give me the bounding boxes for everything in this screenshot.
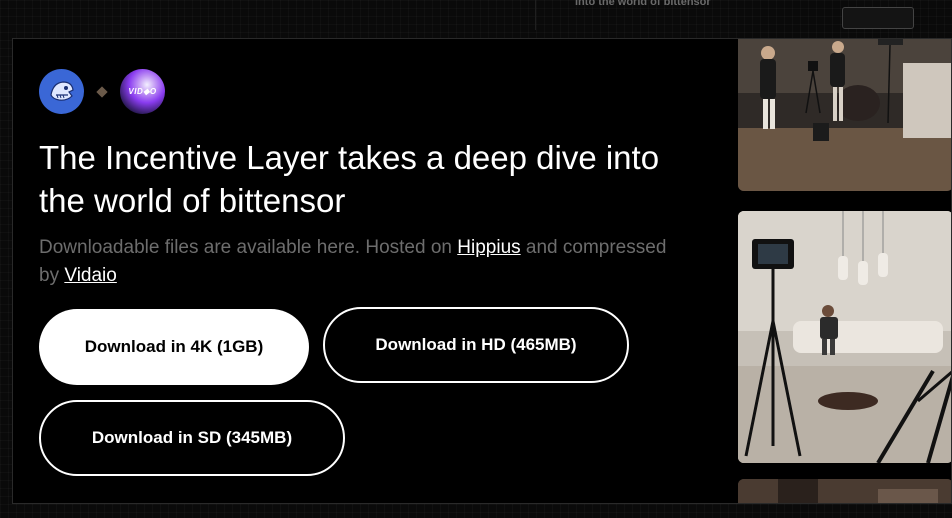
hippius-link[interactable]: Hippius bbox=[457, 237, 520, 258]
diamond-icon bbox=[96, 85, 108, 98]
background-title: into the world of bittensor bbox=[575, 0, 711, 8]
mascot-logo-icon bbox=[39, 69, 84, 114]
thumbnail-partial[interactable] bbox=[738, 479, 951, 503]
background-button bbox=[842, 7, 914, 29]
logo-row: VID◆O bbox=[39, 69, 165, 114]
vidaio-logo-text: VID◆O bbox=[128, 87, 157, 96]
download-card: VID◆O The Incentive Layer takes a deep d… bbox=[12, 38, 952, 504]
description-prefix: Downloadable files are available here. H… bbox=[39, 237, 458, 258]
download-sd-button[interactable]: Download in SD (345MB) bbox=[39, 400, 345, 476]
video-thumbnails bbox=[738, 39, 951, 503]
vidaio-link[interactable]: Vidaio bbox=[64, 265, 116, 286]
thumbnail-living-room[interactable] bbox=[738, 211, 951, 463]
thumbnail-studio-crew[interactable] bbox=[738, 39, 951, 191]
description: Downloadable files are available here. H… bbox=[39, 234, 679, 290]
download-hd-button[interactable]: Download in HD (465MB) bbox=[323, 307, 629, 383]
download-4k-button[interactable]: Download in 4K (1GB) bbox=[39, 309, 309, 385]
headline: The Incentive Layer takes a deep dive in… bbox=[39, 139, 660, 219]
vidaio-logo-icon: VID◆O bbox=[120, 69, 165, 114]
